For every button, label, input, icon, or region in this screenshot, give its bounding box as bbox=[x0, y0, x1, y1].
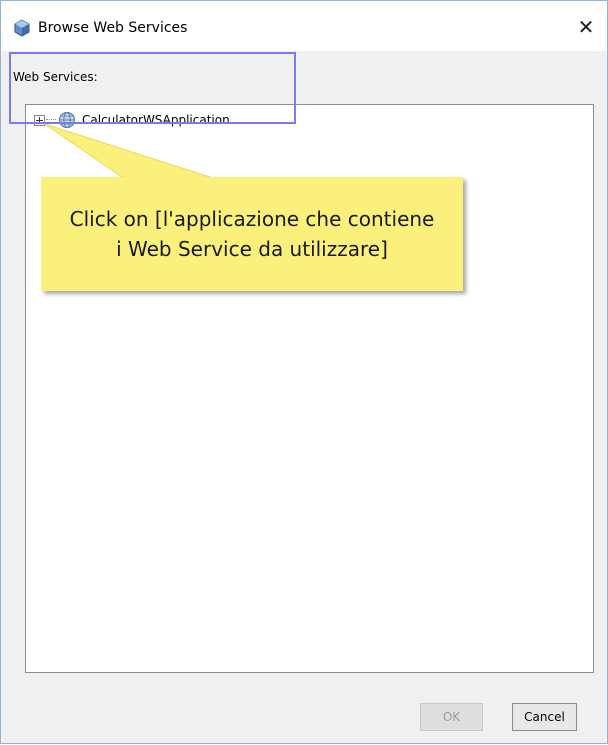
window-title: Browse Web Services bbox=[38, 20, 188, 36]
cancel-button[interactable]: Cancel bbox=[512, 703, 577, 731]
ok-button[interactable]: OK bbox=[420, 703, 483, 731]
title-bar: Browse Web Services ✕ bbox=[1, 1, 607, 51]
app-cube-icon bbox=[14, 19, 30, 37]
callout-text: Click on [l'applicazione che contiene i … bbox=[69, 207, 435, 261]
instruction-callout: Click on [l'applicazione che contiene i … bbox=[41, 177, 463, 291]
close-button[interactable]: ✕ bbox=[573, 15, 599, 41]
highlight-box bbox=[9, 52, 296, 124]
browse-web-services-dialog: Browse Web Services ✕ Web Services: Calc… bbox=[0, 0, 608, 744]
